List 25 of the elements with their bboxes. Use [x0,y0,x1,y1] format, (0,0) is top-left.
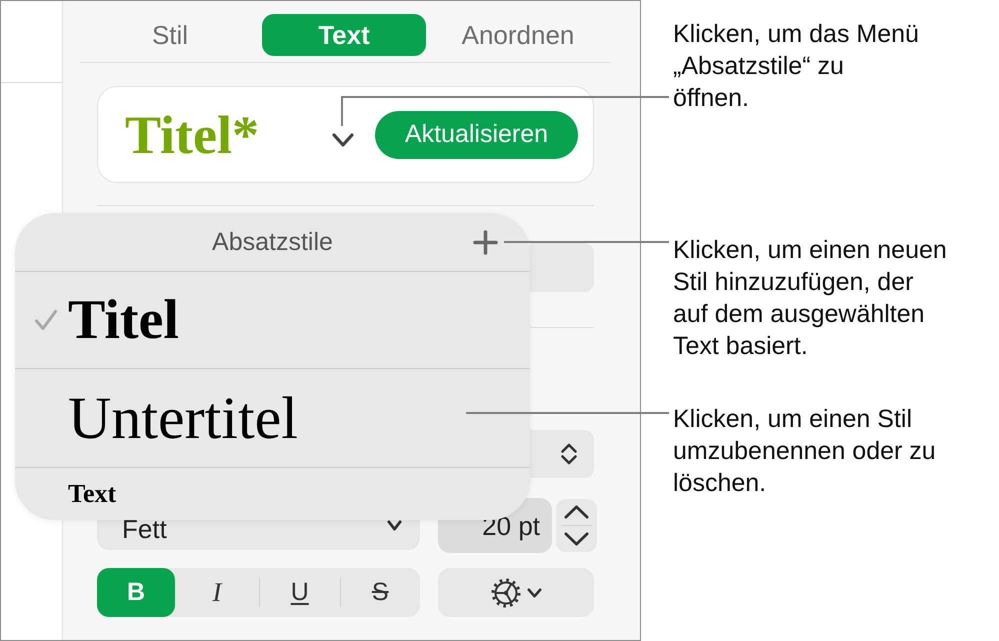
stepper-control[interactable] [556,499,597,552]
menu-item[interactable]: Untertitel [34,388,298,448]
chevron-up-icon [564,505,589,519]
chevron-down-icon [564,532,589,546]
menu-title: Absatzstile [212,230,333,254]
menu-item[interactable]: Titel [34,292,179,348]
callout-text: Klicken, um das Menü „Absatzstile“ zu öffnen. [673,19,920,114]
callout-text: Klicken, um einen neuen Stil hinzuzufügen, der auf dem ausgewählten Text basiert. [673,235,948,362]
callout-text: Klicken, um einen Stil umzubenennen oder zu löschen. [673,404,937,499]
format-button[interactable]: U [260,568,340,617]
style-menu-button[interactable] [332,132,354,146]
tab[interactable]: Anordnen [462,20,574,50]
chevron-down-icon [526,588,542,598]
chevron-down-icon [387,520,402,531]
updown-chevron-icon [560,443,578,465]
gear-dropdown[interactable] [438,568,594,617]
gear-icon [490,578,520,608]
style-name: Titel* [125,108,259,162]
tab[interactable]: Stil [152,20,188,50]
plus-icon [473,230,498,255]
add-style-button[interactable] [473,230,498,255]
popup-button[interactable] [530,430,594,478]
chevron-down-icon [332,132,354,146]
format-button[interactable]: I [175,568,259,617]
format-button[interactable]: S [340,568,420,617]
